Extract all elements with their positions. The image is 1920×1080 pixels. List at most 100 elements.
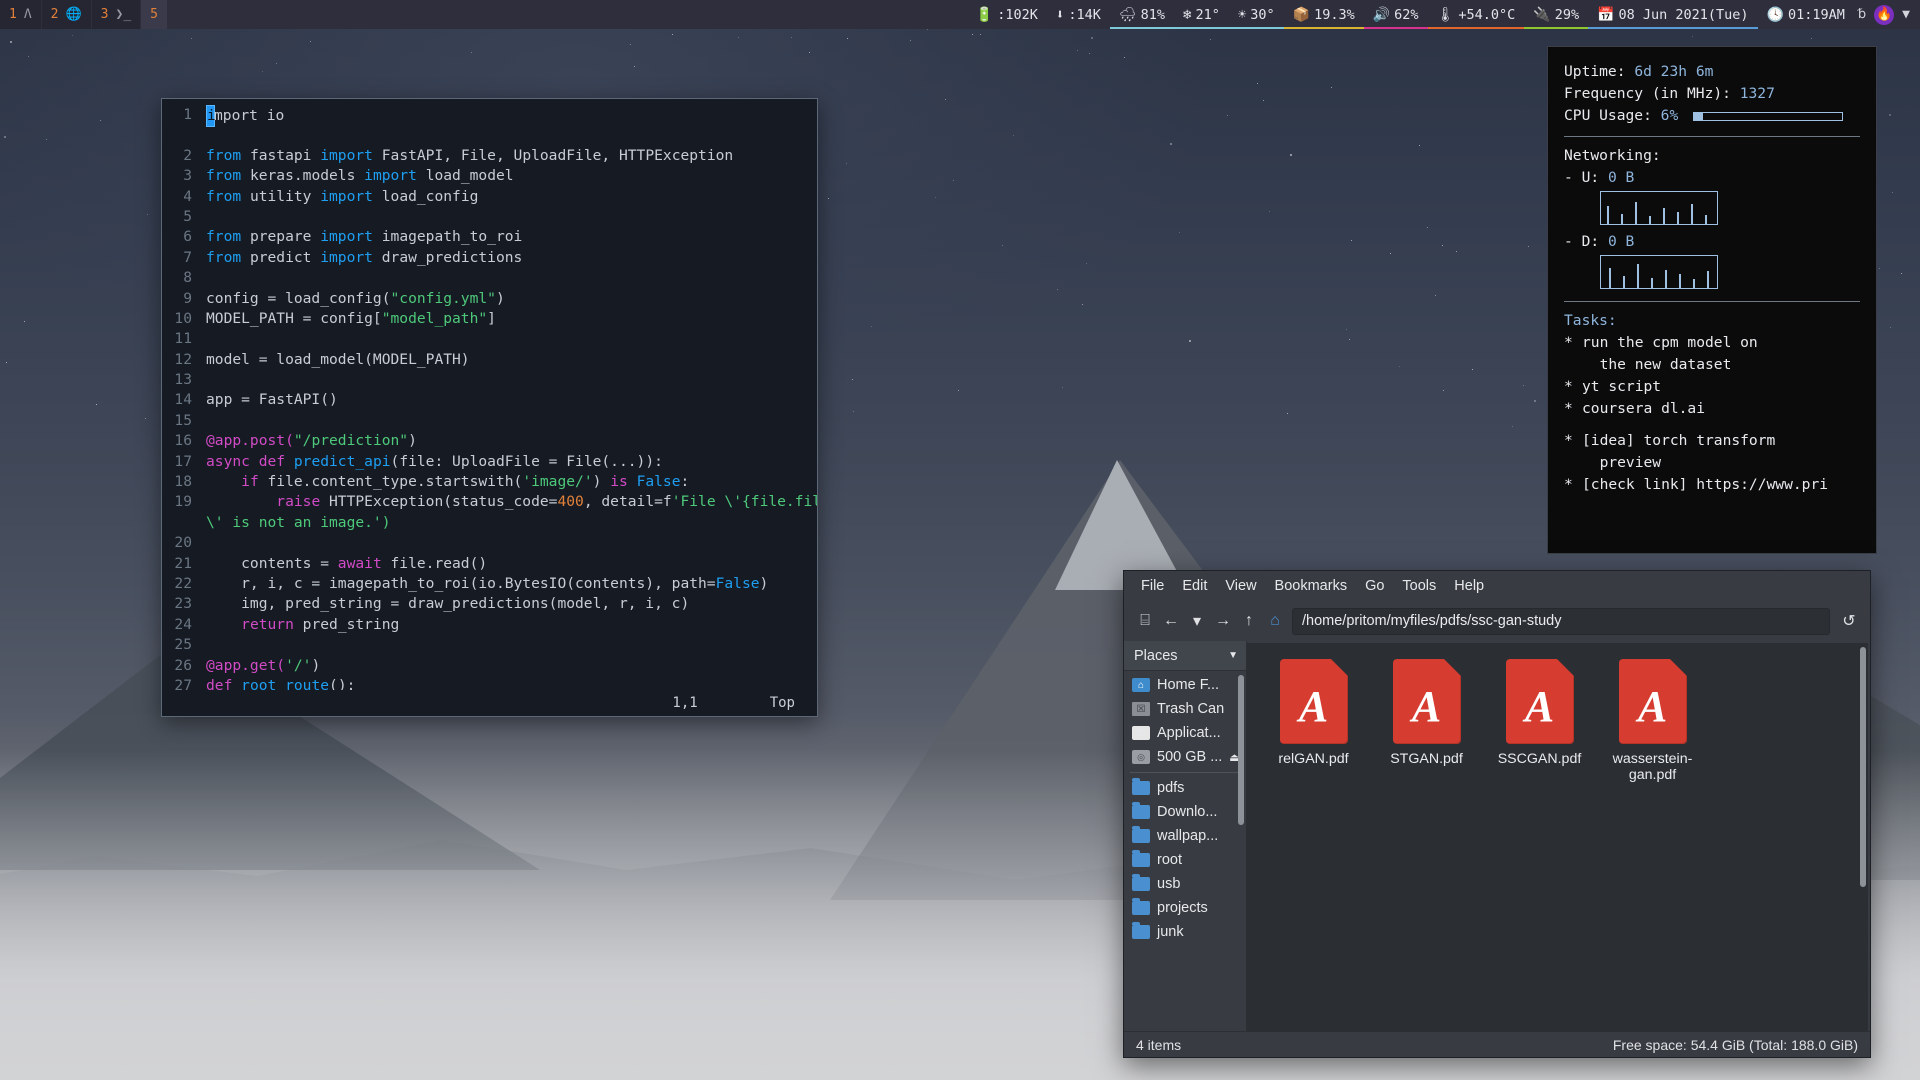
firefox-icon[interactable]: 🔥 bbox=[1874, 4, 1895, 25]
volume[interactable]: 🔊 62% bbox=[1363, 0, 1428, 29]
task-item bbox=[1564, 420, 1860, 430]
workspace-3[interactable]: 3 ❯_ bbox=[91, 0, 142, 29]
code-token: is bbox=[610, 473, 637, 491]
file-item[interactable]: ArelGAN.pdf bbox=[1257, 653, 1370, 791]
upload-value: 0 B bbox=[1607, 169, 1635, 186]
temp-low[interactable]: ❄ 21° bbox=[1174, 0, 1229, 29]
place-item-home-f[interactable]: ⌂ Home F... bbox=[1124, 673, 1246, 697]
back-icon[interactable]: ← bbox=[1158, 612, 1184, 630]
task-bullet bbox=[1564, 420, 1574, 430]
pdf-glyph: A bbox=[1298, 682, 1329, 731]
clock[interactable]: 🕓 01:19AM bbox=[1758, 0, 1854, 29]
code-token: img, pred_string = draw_predictions(mode… bbox=[206, 595, 690, 613]
place-item-downlo[interactable]: Downlo... bbox=[1124, 800, 1246, 824]
line-number: 7 bbox=[183, 248, 192, 266]
folder-icon bbox=[1132, 850, 1150, 867]
workspace-5[interactable]: 5 bbox=[141, 0, 168, 29]
code-token: r, i, c = imagepath_to_roi(io.BytesIO(co… bbox=[206, 574, 716, 592]
workspace-2[interactable]: 2 🌐 bbox=[41, 0, 92, 29]
code-token: @app.post( bbox=[206, 432, 294, 450]
toolbar-icon-group: ⌸ ← ▾ → ↑ ⌂ bbox=[1132, 611, 1288, 631]
up-icon[interactable]: ↑ bbox=[1236, 612, 1262, 630]
place-item-pdfs[interactable]: pdfs bbox=[1124, 776, 1246, 800]
forward-icon[interactable]: → bbox=[1210, 612, 1236, 630]
file-item[interactable]: A SSCGAN.pdf bbox=[1483, 653, 1596, 791]
content-scrollbar[interactable] bbox=[1860, 647, 1866, 887]
date-accent bbox=[1588, 26, 1758, 29]
temp-high[interactable]: ☀ 30° bbox=[1228, 0, 1284, 29]
tasks-label: Tasks: bbox=[1564, 312, 1617, 329]
menu-tools[interactable]: Tools bbox=[1393, 575, 1445, 597]
conky-divider-2 bbox=[1564, 301, 1860, 302]
place-item-500-gb[interactable]: ◎ 500 GB ... ⏏ bbox=[1124, 745, 1246, 769]
code-token: "model_path" bbox=[381, 309, 488, 327]
menu-bookmarks[interactable]: Bookmarks bbox=[1266, 575, 1357, 597]
humidity[interactable]: 🌧 81% bbox=[1109, 0, 1174, 29]
frequency-row: Frequency (in MHz): 1327 bbox=[1564, 83, 1860, 105]
code-editor-window[interactable]: 1 import io 2 from fastapi import FastAPI, … bbox=[161, 98, 818, 717]
place-item-junk[interactable]: junk bbox=[1124, 920, 1246, 944]
place-item-root[interactable]: root bbox=[1124, 848, 1246, 872]
cpu-temperature-value: +54.0°C bbox=[1458, 6, 1516, 23]
battery[interactable]: 🔌 29% bbox=[1524, 0, 1589, 29]
code-token: "/prediction" bbox=[293, 432, 409, 450]
code-token: (): bbox=[329, 676, 356, 691]
calendar-icon: 📅 bbox=[1597, 6, 1615, 23]
bluetooth-off-icon[interactable]: ␢ bbox=[1858, 7, 1866, 22]
code-token: import bbox=[320, 248, 382, 266]
upload-speed[interactable]: 🔋:102K bbox=[967, 0, 1047, 29]
place-item-usb[interactable]: usb bbox=[1124, 872, 1246, 896]
place-item-wallpap[interactable]: wallpap... bbox=[1124, 824, 1246, 848]
reload-icon[interactable]: ↺ bbox=[1836, 611, 1862, 631]
graph-bar bbox=[1607, 206, 1609, 224]
date[interactable]: 📅 08 Jun 2021(Tue) bbox=[1588, 0, 1758, 29]
line-number: 17 bbox=[174, 452, 192, 470]
menu-go[interactable]: Go bbox=[1356, 575, 1393, 597]
trash-icon: ☒ bbox=[1132, 702, 1150, 716]
code-text: r, i, c = imagepath_to_roi(io.BytesIO(co… bbox=[202, 574, 768, 594]
globe-icon: 🌐 bbox=[65, 7, 82, 22]
memory-usage[interactable]: 📦 19.3% bbox=[1283, 0, 1364, 29]
home-folder-icon[interactable]: ⌂ bbox=[1262, 612, 1288, 630]
code-token: ) bbox=[408, 432, 417, 450]
download-row: - D: 0 B bbox=[1564, 231, 1860, 253]
rain-cloud-icon: 🌧 bbox=[1118, 6, 1137, 23]
place-item-applicat[interactable]: ☰ Applicat... bbox=[1124, 721, 1246, 745]
code-text: import io bbox=[202, 105, 284, 128]
code-editor-text-area[interactable]: 1 import io 2 from fastapi import FastAPI, … bbox=[162, 99, 817, 690]
sidebar-scrollbar[interactable] bbox=[1238, 675, 1244, 825]
code-token: load_model bbox=[425, 167, 514, 185]
desktop: 1 Λ 2 🌐 3 ❯_ 5 🔋:102K ⬇:14K 🌧 81% ❄ 21° ☀ 30° 📦 19.3% 🔊 6… bbox=[0, 0, 1920, 1080]
file-list-view[interactable]: ArelGAN.pdf A STGAN.pdf A SSCGAN.pdf Awassers… bbox=[1247, 643, 1868, 1031]
chevron-down-icon[interactable]: ▼ bbox=[1228, 650, 1238, 661]
file-item[interactable]: A STGAN.pdf bbox=[1370, 653, 1483, 791]
menu-view[interactable]: View bbox=[1216, 575, 1265, 597]
wifi-icon[interactable]: ▼ bbox=[1902, 7, 1910, 22]
download-speed[interactable]: ⬇:14K bbox=[1047, 0, 1110, 29]
file-manager-statusbar: 4 items Free space: 54.4 GiB (Total: 188… bbox=[1124, 1031, 1870, 1057]
place-item-projects[interactable]: projects bbox=[1124, 896, 1246, 920]
line-number: 13 bbox=[174, 371, 192, 389]
device-icon[interactable]: ⌸ bbox=[1132, 612, 1158, 630]
history-dropdown-icon[interactable]: ▾ bbox=[1184, 611, 1210, 631]
code-token: 'image/' bbox=[522, 473, 593, 491]
places-header[interactable]: Places ▼ bbox=[1124, 641, 1246, 671]
code-line: 2 from fastapi import FastAPI, File, Uplo… bbox=[162, 146, 817, 166]
file-manager-window[interactable]: File Edit View Bookmarks Go Tools Help ⌸ ← ▾ → ↑ ⌂ … bbox=[1123, 570, 1871, 1058]
menu-file[interactable]: File bbox=[1132, 575, 1173, 597]
code-line: 25 bbox=[162, 635, 817, 655]
path-input[interactable]: /home/pritom/myfiles/pdfs/ssc-gan-study bbox=[1292, 607, 1830, 635]
menu-help[interactable]: Help bbox=[1445, 575, 1493, 597]
file-item[interactable]: Awasserstein-gan.pdf bbox=[1596, 653, 1709, 791]
code-token: ) bbox=[759, 574, 769, 592]
place-label: Home F... bbox=[1157, 677, 1220, 693]
code-token: MODEL_PATH = config[ bbox=[206, 309, 382, 327]
cpu-temperature[interactable]: 🌡 +54.0°C bbox=[1427, 0, 1525, 29]
workspace-1[interactable]: 1Λ bbox=[0, 0, 42, 29]
menu-edit[interactable]: Edit bbox=[1173, 575, 1216, 597]
task-text: coursera dl.ai bbox=[1582, 400, 1706, 417]
place-item-trash-can[interactable]: ☒ Trash Can bbox=[1124, 697, 1246, 721]
